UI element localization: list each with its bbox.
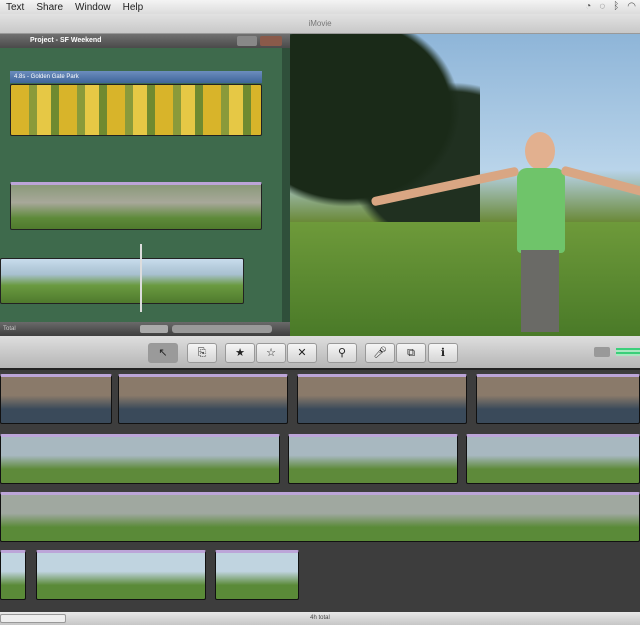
menu-window[interactable]: Window (75, 2, 111, 13)
menu-share[interactable]: Share (36, 2, 63, 13)
event-clip[interactable] (215, 550, 299, 600)
info-button[interactable]: ℹ (428, 343, 458, 363)
add-to-project-button[interactable]: ⎘ (187, 343, 217, 363)
event-clip[interactable] (476, 374, 640, 424)
sync-icon[interactable]: ◔ (585, 1, 591, 12)
event-clip[interactable] (118, 374, 288, 424)
toolbar: ↖ ⎘ ★ ☆ ✕ ⚲ 🎤︎ ⧉ ℹ (0, 336, 640, 370)
project-header: Project - SF Weekend (0, 34, 290, 48)
video-viewer[interactable] (290, 34, 640, 336)
project-total-label: Total (3, 326, 16, 332)
menu-text[interactable]: Text (6, 2, 24, 13)
status-bar: 4h total (0, 612, 640, 625)
event-clip[interactable] (0, 434, 280, 484)
fit-button[interactable] (140, 325, 168, 333)
audio-level-icon (616, 348, 640, 356)
zoom-slider[interactable] (172, 325, 272, 333)
project-clip-park[interactable] (10, 182, 262, 230)
unmark-button[interactable]: ☆ (256, 343, 286, 363)
event-clip[interactable] (288, 434, 458, 484)
girl-figure (370, 132, 640, 332)
wifi-icon[interactable]: ◠ (627, 1, 636, 12)
swap-button[interactable] (260, 36, 282, 46)
project-clip-flowers[interactable] (10, 84, 262, 136)
menu-help[interactable]: Help (123, 2, 144, 13)
timemachine-icon[interactable]: ◌ (599, 1, 605, 12)
audio-meter-toggle[interactable] (594, 347, 610, 357)
window-title: iMovie (0, 14, 640, 34)
project-clip-girl[interactable] (0, 258, 244, 304)
event-clip[interactable] (0, 492, 640, 542)
crop-button[interactable]: ⧉ (396, 343, 426, 363)
event-list-button[interactable] (0, 614, 66, 623)
event-clip[interactable] (466, 434, 640, 484)
keyword-button[interactable]: ⚲ (327, 343, 357, 363)
total-duration: 4h total (310, 615, 330, 621)
event-clip[interactable] (297, 374, 467, 424)
grass (290, 222, 640, 336)
mark-favorite-button[interactable]: ★ (225, 343, 255, 363)
clip-title-bar: 4.8s - Golden Gate Park (10, 71, 262, 83)
menubar: Text Share Window Help ◔ ◌ ᛒ ◠ (0, 0, 640, 14)
event-clip[interactable] (0, 374, 112, 424)
project-title: Project - SF Weekend (30, 37, 102, 44)
event-clip[interactable] (0, 550, 26, 600)
event-clip[interactable] (36, 550, 206, 600)
view-options-button[interactable] (237, 36, 257, 46)
voiceover-button[interactable]: 🎤︎ (365, 343, 395, 363)
project-footer: Total (0, 322, 290, 336)
event-browser (0, 372, 640, 612)
project-pane: Project - SF Weekend 4.8s - Golden Gate … (0, 34, 290, 336)
project-scrollbar[interactable] (282, 48, 290, 322)
playhead[interactable] (140, 244, 142, 312)
reject-button[interactable]: ✕ (287, 343, 317, 363)
bluetooth-icon[interactable]: ᛒ (613, 1, 619, 12)
pointer-tool-button[interactable]: ↖ (148, 343, 178, 363)
